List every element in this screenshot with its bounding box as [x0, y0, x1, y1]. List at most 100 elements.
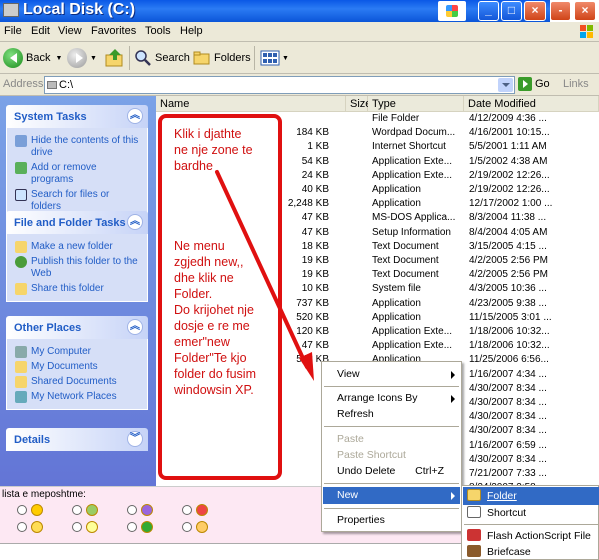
place-my-network-places[interactable]: My Network Places — [15, 391, 141, 403]
up-folder-button[interactable] — [104, 46, 126, 70]
task-search-files[interactable]: Search for files or folders — [15, 189, 141, 213]
other-places-header[interactable]: Other Places ︽ — [6, 316, 148, 339]
collapse-icon[interactable]: ︽ — [127, 108, 143, 124]
go-button[interactable]: Go — [518, 77, 550, 91]
file-size: 10 KB — [301, 283, 329, 295]
task-add-remove-programs[interactable]: Add or remove programs — [15, 162, 141, 186]
radio-button[interactable] — [127, 505, 137, 515]
place-shared-documents[interactable]: Shared Documents — [15, 376, 141, 388]
radio-button[interactable] — [17, 522, 27, 532]
place-my-documents[interactable]: My Documents — [15, 361, 141, 373]
radio-button[interactable] — [127, 522, 137, 532]
file-type: Application Exte... — [372, 340, 453, 352]
task-share-folder[interactable]: Share this folder — [15, 283, 141, 295]
chevron-down-icon: ▼ — [55, 54, 63, 62]
menu-item-view[interactable]: View — [323, 366, 460, 383]
annotation-text: zgjedh new,, — [174, 255, 244, 269]
chevron-down-icon: ▼ — [282, 54, 289, 62]
search-button[interactable]: Search — [134, 46, 190, 70]
submenu-arrow-icon — [451, 371, 455, 379]
file-date: 2/19/2002 12:26... — [469, 169, 550, 181]
submenu-item-shortcut[interactable]: Shortcut — [463, 504, 599, 522]
details-header[interactable]: Details ︾ — [6, 428, 148, 451]
file-size: 24 KB — [301, 169, 329, 181]
bottom-toolbar — [0, 543, 461, 560]
menu-tools[interactable]: Tools — [145, 25, 171, 37]
place-label: My Network Places — [31, 391, 117, 402]
menu-view[interactable]: View — [58, 25, 82, 37]
column-header-type[interactable]: Type — [368, 96, 464, 112]
file-size: 47 KB — [301, 226, 329, 238]
address-value: C:\ — [59, 79, 74, 91]
task-label: Publish this folder to the Web — [31, 256, 138, 279]
menu-item-properties[interactable]: Properties — [323, 512, 460, 529]
folders-button[interactable]: Folders — [193, 46, 251, 70]
radio-button[interactable] — [72, 522, 82, 532]
task-publish-folder[interactable]: Publish this folder to the Web — [15, 256, 141, 280]
file-date: 1/18/2006 10:32... — [469, 340, 550, 352]
expand-icon[interactable]: ︾ — [127, 431, 143, 447]
links-label[interactable]: Links — [563, 78, 589, 90]
system-tasks-title: System Tasks — [14, 111, 87, 123]
menu-help[interactable]: Help — [180, 25, 203, 37]
file-type: Application Exte... — [372, 155, 453, 167]
column-header-name[interactable]: Name — [156, 96, 346, 112]
annotation-text: Klik i djathte — [174, 127, 242, 141]
file-date: 1/18/2006 10:32... — [469, 326, 550, 337]
column-header-date[interactable]: Date Modified — [464, 96, 599, 112]
views-button[interactable]: ▼ — [260, 46, 289, 70]
annotation-text: folder do fusim — [174, 367, 256, 381]
menu-item-label: New — [337, 489, 359, 501]
menu-item-paste[interactable]: Paste — [323, 431, 460, 448]
maximize-button[interactable]: □ — [501, 1, 522, 21]
system-tasks-header[interactable]: System Tasks ︽ — [6, 105, 148, 128]
file-date: 4/30/2007 8:34 ... — [469, 425, 547, 437]
menu-item-undo-delete[interactable]: Undo Delete Ctrl+Z — [323, 463, 460, 480]
minimize-button[interactable]: _ — [478, 1, 499, 21]
file-type: Text Document — [372, 240, 439, 252]
file-date: 4/30/2007 8:34 ... — [469, 382, 547, 394]
menu-item-refresh[interactable]: Refresh — [323, 406, 460, 423]
other-window-minimize-button[interactable]: - — [550, 1, 571, 21]
task-label: Make a new folder — [31, 241, 113, 252]
menu-separator — [324, 386, 459, 387]
radio-button[interactable] — [17, 505, 27, 515]
address-dropdown-icon[interactable] — [498, 78, 513, 92]
file-folder-tasks-header[interactable]: File and Folder Tasks ︽ — [6, 211, 148, 234]
submenu-item-briefcase[interactable]: Briefcase — [463, 543, 599, 560]
back-label: Back — [26, 52, 51, 64]
collapse-icon[interactable]: ︽ — [127, 214, 143, 230]
menu-item-new[interactable]: New — [323, 487, 460, 504]
radio-button[interactable] — [72, 505, 82, 515]
menu-file[interactable]: File — [4, 25, 22, 37]
radio-button[interactable] — [182, 505, 192, 515]
file-size: 54 KB — [301, 155, 329, 167]
annotation-text: ne nje zone te — [174, 143, 253, 157]
menu-item-arrange-icons[interactable]: Arrange Icons By — [323, 390, 460, 407]
file-size: 18 KB — [301, 240, 329, 252]
title-bar[interactable]: Local Disk (C:) _ □ × - × — [0, 0, 599, 22]
submenu-item-folder[interactable]: Folder — [463, 487, 599, 505]
file-date: 1/16/2007 4:34 ... — [469, 368, 547, 380]
menu-edit[interactable]: Edit — [31, 25, 50, 37]
forward-button[interactable]: ▼ — [67, 46, 97, 70]
go-arrow-icon — [518, 77, 532, 91]
column-header-size[interactable]: Size — [346, 96, 371, 112]
file-date: 4/12/2009 4:36 ... — [469, 113, 547, 124]
radio-button[interactable] — [182, 522, 192, 532]
file-date: 4/30/2007 8:34 ... — [469, 397, 547, 408]
collapse-icon[interactable]: ︽ — [127, 319, 143, 335]
menu-item-paste-shortcut[interactable]: Paste Shortcut — [323, 447, 460, 464]
task-make-new-folder[interactable]: Make a new folder — [15, 241, 141, 253]
file-size: 40 KB — [301, 184, 329, 195]
menu-favorites[interactable]: Favorites — [91, 25, 136, 37]
submenu-item-label: Folder — [487, 490, 517, 502]
views-grid-icon — [260, 50, 280, 66]
file-date: 2/19/2002 12:26... — [469, 184, 550, 195]
back-button[interactable]: Back ▼ — [3, 46, 62, 70]
close-button[interactable]: × — [524, 1, 546, 21]
place-my-computer[interactable]: My Computer — [15, 346, 141, 358]
other-window-close-button[interactable]: × — [574, 1, 596, 21]
task-hide-contents[interactable]: Hide the contents of this drive — [15, 135, 141, 159]
address-input[interactable]: C:\ — [44, 76, 515, 94]
